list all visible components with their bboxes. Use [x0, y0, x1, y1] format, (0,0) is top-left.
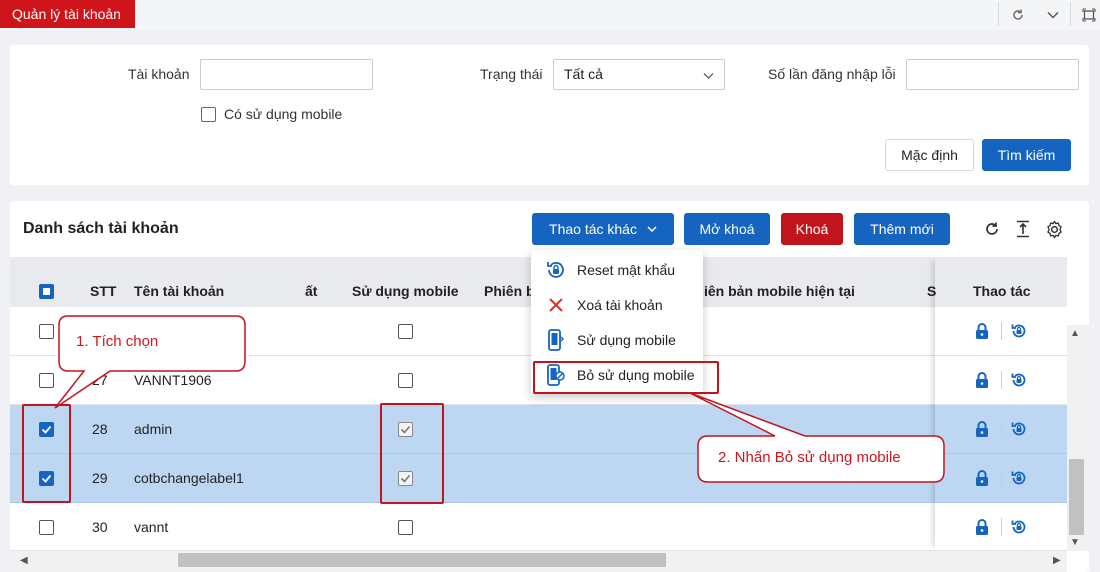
row-stt: 29 [92, 470, 108, 486]
export-icon[interactable] [1012, 218, 1034, 240]
menu-item-reset-password[interactable]: Reset mật khẩu [531, 252, 703, 287]
callout-step-1: 1. Tích chọn [50, 313, 250, 413]
col-use-mobile: Sử dụng mobile [352, 283, 459, 299]
action-separator [1001, 371, 1002, 389]
lock-button[interactable]: Khoá [781, 213, 843, 245]
callout-step-2-text: 2. Nhấn Bỏ sử dụng mobile [718, 449, 901, 466]
refresh-icon[interactable] [981, 218, 1003, 240]
lock-icon[interactable] [974, 518, 990, 536]
row-account-name: vannt [134, 519, 169, 535]
reset-password-icon[interactable] [1010, 518, 1028, 536]
action-separator [1001, 518, 1002, 536]
row-stt: 28 [92, 421, 108, 437]
account-input[interactable] [200, 59, 373, 90]
indeterminate-mark [43, 288, 50, 295]
menu-item-label: Xoá tài khoản [577, 296, 663, 313]
row-account-name: admin [134, 421, 173, 437]
account-label: Tài khoản [128, 66, 190, 82]
unlock-button[interactable]: Mở khoá [684, 213, 770, 245]
menu-item-delete-account[interactable]: Xoá tài khoản [531, 287, 703, 322]
row-account-name: cotbchangelabel1 [134, 470, 244, 486]
menu-item-label: Sử dụng mobile [577, 331, 676, 348]
status-label: Trạng thái [480, 66, 543, 82]
menu-item-label: Reset mật khẩu [577, 261, 676, 278]
action-separator [1001, 322, 1002, 340]
action-separator [1001, 469, 1002, 487]
login-fail-label: Số lần đăng nhập lỗi [768, 66, 896, 82]
settings-gear-icon[interactable] [1043, 218, 1065, 240]
col-stt: STT [90, 283, 117, 299]
row-use-mobile-checkbox [398, 373, 413, 388]
scroll-right-icon[interactable]: ▶ [1053, 555, 1061, 566]
window-title-tab[interactable]: Quản lý tài khoản [0, 0, 135, 28]
highlight-mobile-checkboxes [380, 403, 444, 504]
reset-password-icon[interactable] [1010, 322, 1028, 340]
menu-item-use-mobile[interactable]: Sử dụng mobile [531, 322, 703, 357]
title-separator [998, 2, 999, 26]
callout-shape [689, 392, 945, 483]
list-title: Danh sách tài khoản [23, 220, 179, 237]
scroll-down-icon[interactable]: ▼ [1070, 537, 1080, 548]
default-button[interactable]: Mặc định [885, 139, 974, 171]
login-fail-input[interactable] [906, 59, 1079, 90]
more-actions-label: Thao tác khác [549, 221, 637, 237]
row-select-checkbox[interactable] [39, 520, 54, 535]
more-actions-button[interactable]: Thao tác khác [532, 213, 674, 245]
vertical-scroll-thumb[interactable] [1069, 459, 1084, 535]
col-partial: ất [305, 283, 318, 299]
table-row[interactable]: 30 vannt [10, 503, 1067, 551]
callout-step-1-text: 1. Tích chọn [76, 333, 159, 350]
row-use-mobile-checkbox [398, 324, 413, 339]
use-mobile-label: Có sử dụng mobile [224, 106, 343, 122]
action-separator [1001, 420, 1002, 438]
mobile-icon [545, 328, 567, 351]
refresh-window-icon[interactable] [1002, 2, 1034, 28]
add-new-button[interactable]: Thêm mới [854, 213, 950, 245]
lock-icon[interactable] [974, 420, 990, 438]
callout-shape [54, 315, 246, 409]
lock-icon[interactable] [974, 322, 990, 340]
lock-reset-icon [545, 259, 567, 281]
col-account-name: Tên tài khoản [134, 283, 225, 299]
use-mobile-checkbox[interactable] [201, 107, 216, 122]
close-icon [545, 294, 567, 316]
status-select-value: Tất cả [564, 66, 603, 82]
title-bar: Quản lý tài khoản [0, 0, 1100, 30]
horizontal-scroll-thumb[interactable] [178, 553, 666, 567]
lock-icon[interactable] [974, 371, 990, 389]
reset-password-icon[interactable] [1010, 469, 1028, 487]
chevron-down-icon[interactable] [1037, 2, 1069, 28]
col-partial-s: S [927, 283, 937, 299]
reset-password-icon[interactable] [1010, 371, 1028, 389]
lock-icon[interactable] [974, 469, 990, 487]
col-actions: Thao tác [973, 283, 1031, 299]
row-use-mobile-checkbox [398, 520, 413, 535]
callout-step-2: 2. Nhấn Bỏ sử dụng mobile [680, 390, 950, 485]
maximize-icon[interactable] [1073, 2, 1100, 28]
title-separator [1070, 2, 1071, 26]
reset-password-icon[interactable] [1010, 420, 1028, 438]
scroll-left-icon[interactable]: ◀ [20, 555, 28, 566]
highlight-row-checkboxes [22, 404, 71, 503]
status-select[interactable]: Tất cả [553, 59, 725, 90]
col-version: Phiên b [484, 283, 535, 299]
scroll-up-icon[interactable]: ▲ [1070, 328, 1080, 339]
row-stt: 30 [92, 519, 108, 535]
col-current-mobile-version: iên bản mobile hiện tại [704, 283, 855, 299]
select-all-checkbox[interactable] [39, 284, 54, 299]
search-panel: Tài khoản Trạng thái Tất cả Số lần đăng … [10, 45, 1089, 185]
search-button[interactable]: Tìm kiếm [982, 139, 1071, 171]
chevron-down-icon [647, 226, 657, 233]
chevron-down-icon [703, 67, 714, 83]
